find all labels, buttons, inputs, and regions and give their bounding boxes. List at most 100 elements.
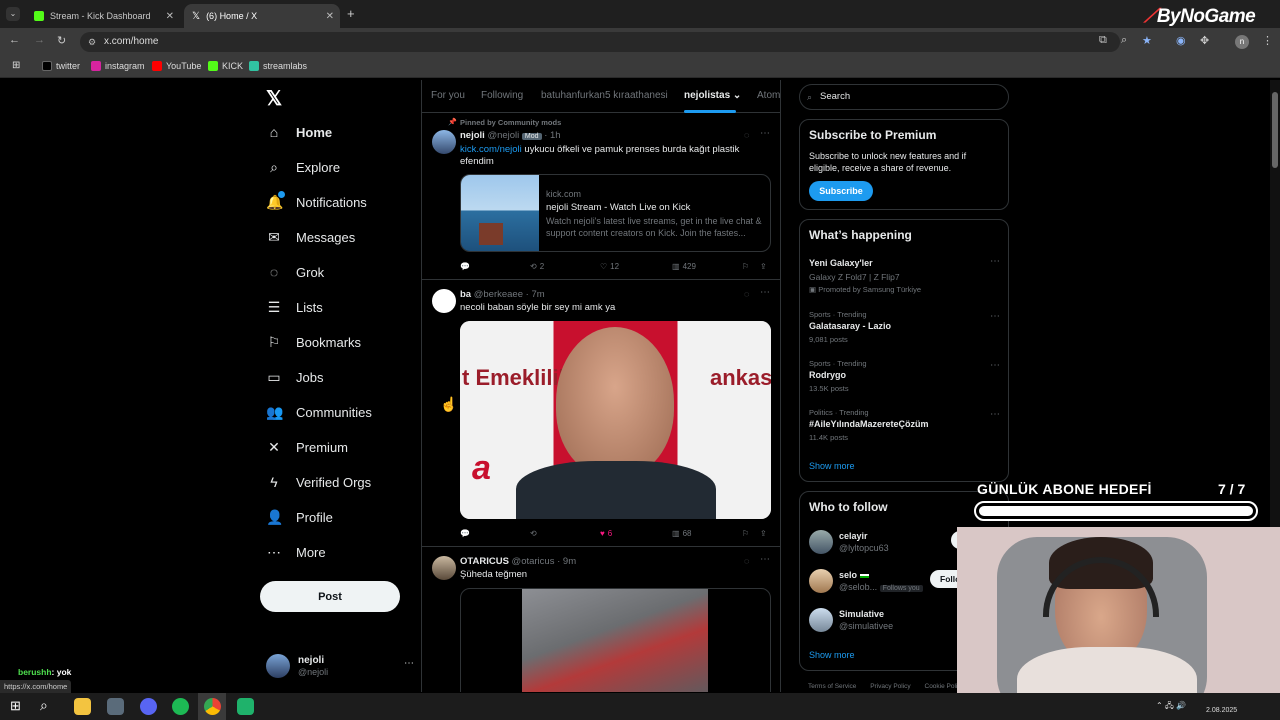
trend-item[interactable]: Sports · Trending Rodrygo 13.5K posts ⋯ <box>800 358 1010 398</box>
profile-avatar[interactable]: n <box>1235 35 1249 49</box>
subscribe-button[interactable]: Subscribe <box>809 181 873 201</box>
nav-item-jobs[interactable]: ▭ Jobs <box>266 369 323 386</box>
account-switcher[interactable]: nejoli @nejoli ⋯ <box>266 654 418 682</box>
system-tray-icons[interactable]: ⌃ 🖧 🔊 <box>1156 700 1186 714</box>
star-icon[interactable]: ★ <box>1142 34 1152 47</box>
nav-item-lists[interactable]: ☰ Lists <box>266 299 323 316</box>
bookmark-youtube[interactable]: YouTube <box>152 61 201 71</box>
search-input[interactable]: ⌕ Search <box>799 84 1009 110</box>
site-info-icon[interactable]: ⚙ <box>88 32 96 52</box>
more-dots-icon[interactable]: ⋯ <box>990 256 1000 267</box>
tweet[interactable]: OTARICUS @otaricus · 9m ◌ ⋯ Şüheda teğme… <box>422 548 780 692</box>
post-button[interactable]: Post <box>260 581 400 612</box>
avatar[interactable] <box>432 556 456 580</box>
bookmark-button[interactable]: ⚐ <box>742 262 749 271</box>
tweet-author[interactable]: ba @berkeaee · 7m <box>460 289 545 300</box>
footer-link[interactable]: Privacy Policy <box>870 683 910 690</box>
avatar[interactable] <box>432 130 456 154</box>
tweet-video[interactable] <box>460 588 771 692</box>
x-logo-icon[interactable]: 𝕏 <box>266 86 282 111</box>
link-card[interactable]: kick.com nejoli Stream - Watch Live on K… <box>460 174 771 252</box>
trend-item[interactable]: Yeni Galaxy'ler Galaxy Z Fold7 | Z Flip7… <box>800 256 1010 300</box>
scrollbar-thumb[interactable] <box>1272 92 1278 168</box>
tab-search-button[interactable]: ⌄ <box>6 7 20 21</box>
app-icon[interactable] <box>107 698 124 715</box>
like-button[interactable]: ♡ 12 <box>600 262 619 271</box>
spotify-icon[interactable] <box>172 698 189 715</box>
tab-kick-dashboard[interactable]: Stream - Kick Dashboard ✕ <box>26 4 180 28</box>
zoom-icon[interactable]: ⌕ <box>1121 34 1127 47</box>
tab-x-home[interactable]: 𝕏 (6) Home / X ✕ <box>184 4 340 28</box>
nav-item-verified-orgs[interactable]: ϟ Verified Orgs <box>266 474 371 490</box>
forward-icon[interactable]: → <box>34 34 45 46</box>
bookmark-instagram[interactable]: instagram <box>91 61 145 71</box>
tweet-pinned[interactable]: 📌 Pinned by Community mods nejoli @nejol… <box>422 114 780 280</box>
nav-item-grok[interactable]: ◌ Grok <box>266 264 324 280</box>
nav-item-profile[interactable]: 👤 Profile <box>266 509 333 526</box>
nav-item-communities[interactable]: 👥 Communities <box>266 404 372 421</box>
views-button[interactable]: ▥ 429 <box>672 262 696 271</box>
more-dots-icon[interactable]: ⋯ <box>404 658 414 669</box>
avatar[interactable] <box>432 289 456 313</box>
tweet-link[interactable]: kick.com/nejoli <box>460 144 522 155</box>
more-dots-icon[interactable]: ⋯ <box>990 409 1000 420</box>
bookmark-button[interactable]: ⚐ <box>742 529 749 538</box>
nav-item-premium[interactable]: ✕ Premium <box>266 439 348 456</box>
apps-grid-icon[interactable]: ⊞ <box>12 60 20 71</box>
nav-item-home[interactable]: ⌂ Home <box>266 124 332 140</box>
tab-for-you[interactable]: For you <box>431 90 465 101</box>
tweet-author[interactable]: OTARICUS @otaricus · 9m <box>460 556 576 567</box>
retweet-button[interactable]: ⟲ <box>530 529 537 538</box>
tweet-image[interactable]: t Emeklilik ankası a <box>460 321 771 519</box>
search-icon[interactable]: ⌕ <box>40 697 48 714</box>
tab-community-batuhanfurkan5[interactable]: batuhanfurkan5 kıraathanesi <box>541 90 668 101</box>
extension-status-icon[interactable]: ◉ <box>1176 34 1186 47</box>
file-explorer-icon[interactable] <box>74 698 91 715</box>
views-button[interactable]: ▥ 68 <box>672 529 691 538</box>
menu-kebab-icon[interactable]: ⋮ <box>1262 34 1273 47</box>
more-dots-icon[interactable]: ⋯ <box>990 360 1000 371</box>
trend-item[interactable]: Politics · Trending #AileYılındaMazerete… <box>800 407 1010 447</box>
close-icon[interactable]: ✕ <box>166 11 174 22</box>
show-more-link[interactable]: Show more <box>809 461 855 471</box>
grok-icon[interactable]: ◌ <box>744 289 749 299</box>
like-button[interactable]: ♥ 6 <box>600 529 612 538</box>
kick-studio-icon[interactable] <box>237 698 254 715</box>
tab-community-nejolistas[interactable]: nejolistas ⌄ <box>684 90 741 101</box>
nav-item-more[interactable]: ⋯ More <box>266 544 326 561</box>
bookmark-streamlabs[interactable]: streamlabs <box>249 61 307 71</box>
back-icon[interactable]: ← <box>9 34 20 46</box>
share-button[interactable]: ⇪ <box>760 529 767 538</box>
trend-item[interactable]: Sports · Trending Galatasaray - Lazio 9,… <box>800 309 1010 349</box>
windows-start-icon[interactable]: ⊞ <box>10 698 21 714</box>
reload-icon[interactable]: ↻ <box>57 34 66 47</box>
more-dots-icon[interactable]: ⋯ <box>760 554 770 565</box>
grok-icon[interactable]: ◌ <box>744 556 749 566</box>
reply-button[interactable]: 💬 <box>460 262 470 271</box>
new-tab-button[interactable]: + <box>347 6 355 21</box>
extensions-puzzle-icon[interactable]: ✥ <box>1200 34 1209 47</box>
discord-icon[interactable] <box>140 698 157 715</box>
footer-link[interactable]: Cookie Polic <box>925 683 961 690</box>
nav-item-notifications[interactable]: 🔔 Notifications <box>266 191 367 211</box>
reply-button[interactable]: 💬 <box>460 529 470 538</box>
tab-following[interactable]: Following <box>481 90 523 101</box>
bookmark-kick[interactable]: KICK <box>208 61 243 71</box>
nav-item-bookmarks[interactable]: ⚐ Bookmarks <box>266 334 361 351</box>
nav-item-messages[interactable]: ✉ Messages <box>266 229 355 246</box>
install-app-icon[interactable]: ⧉ <box>1099 34 1107 47</box>
bookmark-twitter[interactable]: twitter <box>42 61 80 71</box>
address-bar[interactable]: ⚙ x.com/home <box>80 32 1120 52</box>
show-more-link[interactable]: Show more <box>809 650 855 660</box>
share-button[interactable]: ⇪ <box>760 262 767 271</box>
more-dots-icon[interactable]: ⋯ <box>760 287 770 298</box>
tweet[interactable]: ba @berkeaee · 7m ◌ ⋯ necoli baban söyle… <box>422 281 780 547</box>
retweet-button[interactable]: ⟲ 2 <box>530 262 544 271</box>
footer-link[interactable]: Terms of Service <box>808 683 856 690</box>
more-dots-icon[interactable]: ⋯ <box>990 311 1000 322</box>
chrome-taskbar-active[interactable] <box>198 693 226 720</box>
tab-community-atom[interactable]: Atom <box>757 90 780 101</box>
tweet-author[interactable]: nejoli @nejoli Mod · 1h <box>460 130 561 141</box>
close-icon[interactable]: ✕ <box>326 11 334 22</box>
nav-item-explore[interactable]: ⌕ Explore <box>266 159 340 176</box>
